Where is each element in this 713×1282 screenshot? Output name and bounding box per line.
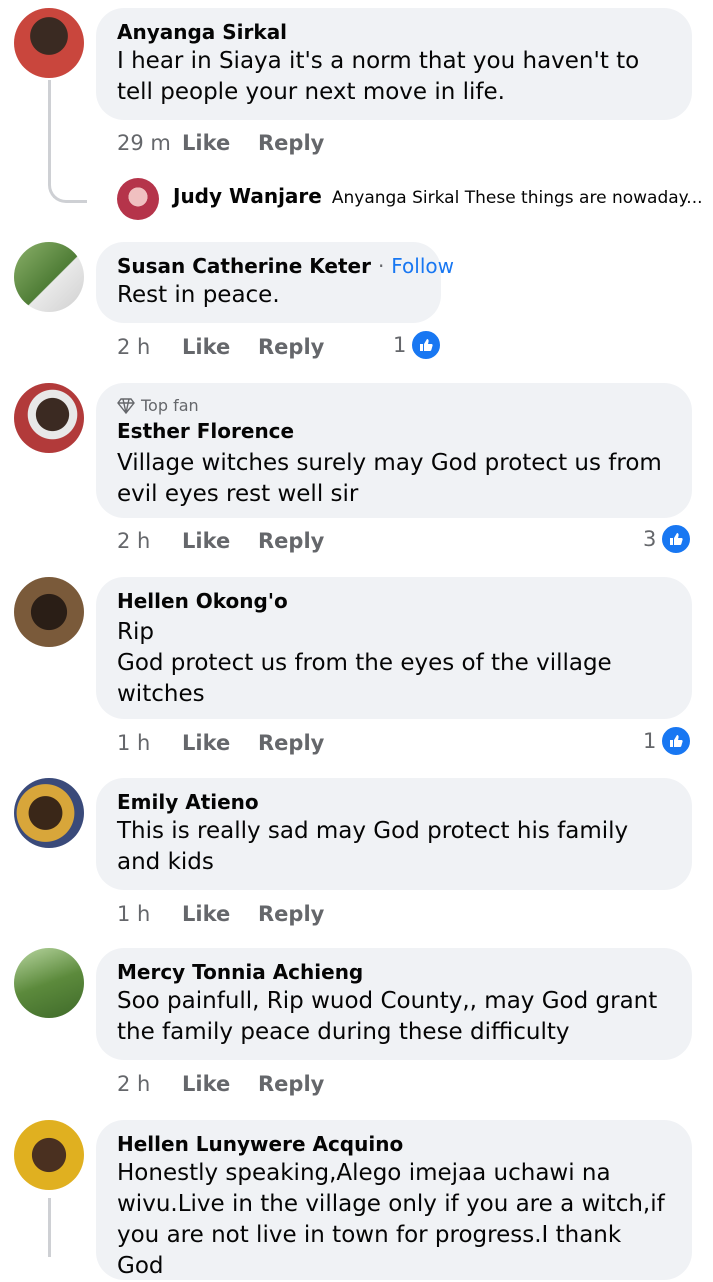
reaction-count[interactable]: 1 — [393, 328, 443, 362]
comment-actions: 2 h Like Reply — [117, 1067, 324, 1101]
comment-text: I hear in Siaya it's a norm that you hav… — [117, 48, 640, 105]
reaction-number: 1 — [643, 729, 657, 753]
avatar[interactable] — [117, 178, 159, 220]
reply-preview[interactable]: Judy Wanjare Anyanga Sirkal These things… — [173, 184, 703, 208]
like-reaction-icon — [410, 329, 443, 361]
comment-bubble: Emily Atieno This is really sad may God … — [96, 778, 692, 890]
reaction-count[interactable]: 3 — [643, 522, 693, 556]
like-reaction-icon — [660, 523, 693, 555]
reply-button[interactable]: Reply — [258, 529, 324, 553]
comment-text: Honestly speaking,Alego imejaa uchawi na… — [117, 1160, 665, 1279]
reply-author[interactable]: Judy Wanjare — [173, 184, 322, 208]
comment-author[interactable]: Hellen Okong'o — [117, 587, 671, 615]
thread-line — [48, 1198, 51, 1257]
like-button[interactable]: Like — [182, 902, 258, 926]
like-reaction-icon — [660, 725, 693, 757]
reaction-number: 3 — [643, 527, 657, 551]
like-button[interactable]: Like — [182, 335, 258, 359]
like-button[interactable]: Like — [182, 131, 258, 155]
reaction-count[interactable]: 1 — [643, 724, 693, 758]
comment-author[interactable]: Emily Atieno — [117, 788, 671, 816]
comment-bubble: Mercy Tonnia Achieng Soo painfull, Rip w… — [96, 948, 692, 1060]
avatar[interactable] — [14, 1120, 84, 1190]
comment-author[interactable]: Esther Florence — [117, 417, 671, 445]
reply-button[interactable]: Reply — [258, 335, 324, 359]
avatar[interactable] — [14, 948, 84, 1018]
reply-text: Anyanga Sirkal These things are nowaday.… — [331, 188, 703, 208]
comment-author[interactable]: Susan Catherine Keter — [117, 254, 371, 278]
reply-button[interactable]: Reply — [258, 1072, 324, 1096]
comment-actions: 1 h Like Reply — [117, 897, 324, 931]
reaction-number: 1 — [393, 333, 407, 357]
top-fan-badge: Top fan — [117, 395, 671, 417]
comment-text: Soo painfull, Rip wuod County,, may God … — [117, 988, 658, 1045]
comment-author[interactable]: Anyanga Sirkal — [117, 18, 671, 46]
comment-text: Rip God protect us from the eyes of the … — [117, 619, 612, 707]
reply-button[interactable]: Reply — [258, 131, 324, 155]
comment-bubble: Anyanga Sirkal I hear in Siaya it's a no… — [96, 8, 692, 120]
comment-author[interactable]: Hellen Lunywere Acquino — [117, 1130, 671, 1158]
comment-actions: 1 h Like Reply — [117, 726, 324, 760]
comment-time[interactable]: 29 m — [117, 131, 182, 155]
comment-actions: 2 h Like Reply — [117, 330, 324, 364]
avatar[interactable] — [14, 383, 84, 453]
reply-button[interactable]: Reply — [258, 902, 324, 926]
comment-actions: 2 h Like Reply — [117, 524, 324, 558]
avatar[interactable] — [14, 8, 84, 78]
comment-author[interactable]: Mercy Tonnia Achieng — [117, 958, 671, 986]
like-button[interactable]: Like — [182, 1072, 258, 1096]
avatar[interactable] — [14, 242, 84, 312]
like-button[interactable]: Like — [182, 731, 258, 755]
comment-bubble: Hellen Lunywere Acquino Honestly speakin… — [96, 1120, 692, 1280]
comment-text: Village witches surely may God protect u… — [117, 450, 662, 507]
comment-bubble: Hellen Okong'o Rip God protect us from t… — [96, 577, 692, 719]
comment-text: This is really sad may God protect his f… — [117, 818, 629, 875]
comment-text: Rest in peace. — [117, 282, 280, 308]
separator-dot: · — [377, 254, 385, 278]
reply-button[interactable]: Reply — [258, 731, 324, 755]
avatar[interactable] — [14, 778, 84, 848]
comment-bubble: Susan Catherine Keter · Follow Rest in p… — [96, 242, 454, 323]
like-button[interactable]: Like — [182, 529, 258, 553]
top-fan-label: Top fan — [141, 396, 199, 415]
thread-connector — [48, 80, 87, 203]
follow-button[interactable]: Follow — [391, 254, 454, 278]
diamond-icon — [117, 398, 135, 414]
comment-time[interactable]: 2 h — [117, 529, 182, 553]
comment-time[interactable]: 2 h — [117, 335, 182, 359]
comment-author-row: Susan Catherine Keter · Follow — [117, 252, 454, 280]
comment-time[interactable]: 2 h — [117, 1072, 182, 1096]
comment-actions: 29 m Like Reply — [117, 126, 324, 160]
comment-time[interactable]: 1 h — [117, 731, 182, 755]
comment-bubble: Top fan Esther Florence Village witches … — [96, 383, 692, 518]
avatar[interactable] — [14, 577, 84, 647]
comment-time[interactable]: 1 h — [117, 902, 182, 926]
